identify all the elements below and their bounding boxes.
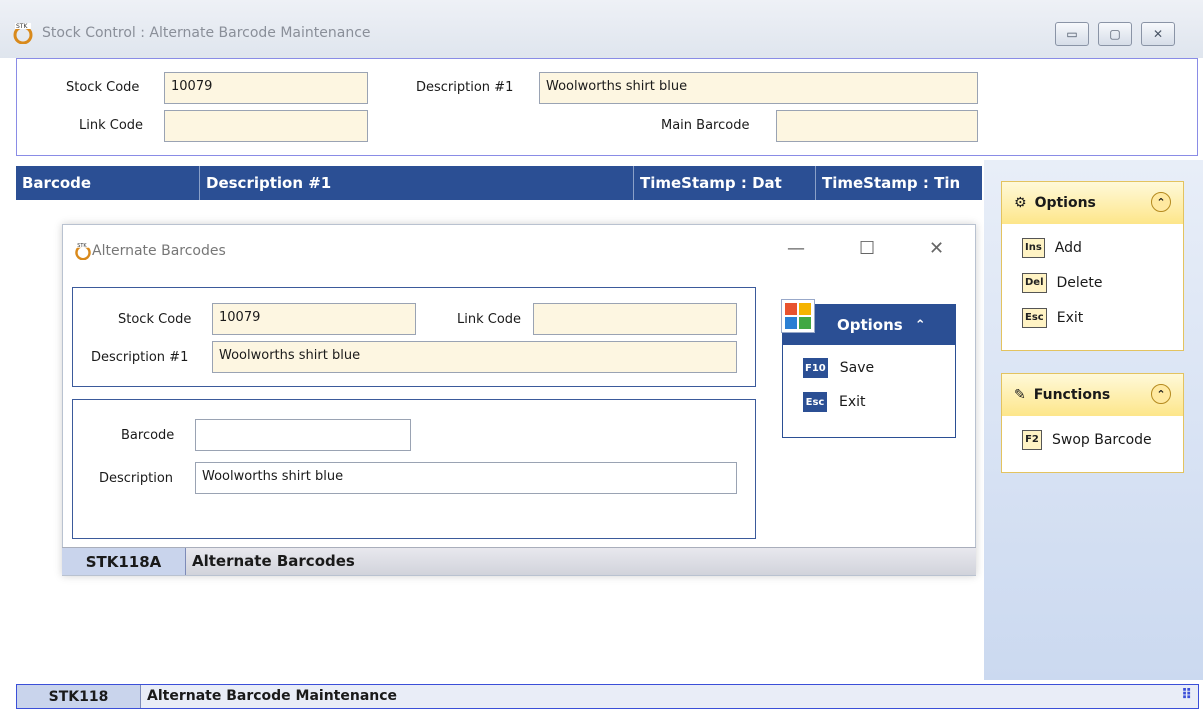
dialog-description-field[interactable]: Woolworths shirt blue bbox=[212, 341, 737, 373]
dialog-minimize-icon: — bbox=[787, 238, 805, 259]
column-header-timestamp-date[interactable]: TimeStamp : Dat bbox=[634, 166, 816, 200]
minimize-button[interactable]: ▭ bbox=[1055, 22, 1089, 46]
stock-code-field[interactable]: 10079 bbox=[164, 72, 368, 104]
esc-key-icon: Esc bbox=[1022, 307, 1047, 328]
collapse-functions-icon[interactable]: ⌃ bbox=[1151, 384, 1171, 404]
close-icon: ✕ bbox=[1152, 27, 1164, 41]
dialog-status-text: Alternate Barcodes bbox=[192, 552, 355, 570]
svg-text:STK: STK bbox=[77, 243, 87, 249]
dialog-stock-code-label: Stock Code bbox=[118, 312, 192, 327]
options-panel: ⚙ Options ⌃ Ins Add Del Delete Esc Exit bbox=[1001, 181, 1184, 351]
dialog-maximize-button[interactable]: ☐ bbox=[859, 238, 875, 259]
close-button[interactable]: ✕ bbox=[1141, 22, 1175, 46]
grid-header: Barcode Description #1 TimeStamp : Dat T… bbox=[16, 166, 982, 200]
app-logo-icon: STK bbox=[12, 22, 34, 44]
function-swop-barcode[interactable]: F2 Swop Barcode bbox=[1002, 422, 1183, 457]
ins-key-icon: Ins bbox=[1022, 237, 1045, 258]
column-header-description[interactable]: Description #1 bbox=[200, 166, 634, 200]
dialog-option-exit-label: Exit bbox=[839, 394, 866, 410]
column-header-barcode[interactable]: Barcode bbox=[16, 166, 200, 200]
window-title: Stock Control : Alternate Barcode Mainte… bbox=[42, 25, 371, 41]
dialog-minimize-button[interactable]: — bbox=[787, 238, 805, 259]
dialog-option-exit[interactable]: Esc Exit bbox=[783, 385, 955, 419]
link-code-label: Link Code bbox=[79, 118, 144, 133]
dialog-title: Alternate Barcodes bbox=[92, 243, 226, 259]
svg-text:STK: STK bbox=[16, 23, 28, 30]
dialog-maximize-icon: ☐ bbox=[859, 238, 876, 259]
dialog-description-label: Description #1 bbox=[91, 350, 189, 365]
barcode-input[interactable] bbox=[195, 419, 411, 451]
dialog-status-code: STK118A bbox=[62, 548, 186, 575]
functions-panel-title: Functions bbox=[1033, 387, 1111, 403]
resize-grip-icon[interactable]: ⠿ bbox=[1181, 687, 1192, 703]
options-panel-title: Options bbox=[1034, 195, 1096, 211]
dialog-link-code-field[interactable] bbox=[533, 303, 737, 335]
main-status-code: STK118 bbox=[17, 685, 141, 708]
functions-panel: ✎ Functions ⌃ F2 Swop Barcode bbox=[1001, 373, 1184, 473]
dialog-close-button[interactable]: ✕ bbox=[929, 238, 944, 259]
description-input-label: Description bbox=[99, 471, 174, 486]
options-icon: ⚙ bbox=[1014, 195, 1027, 211]
dialog-options-collapse-icon[interactable]: ⌃ bbox=[915, 318, 926, 333]
dialog-options-panel: Options ⌃ F10 Save Esc Exit bbox=[781, 299, 956, 438]
dialog-logo-icon: STK bbox=[74, 242, 92, 260]
f2-key-icon: F2 bbox=[1022, 429, 1042, 450]
option-delete[interactable]: Del Delete bbox=[1002, 265, 1183, 300]
main-status-text: Alternate Barcode Maintenance bbox=[147, 688, 398, 704]
dialog-stock-code-field[interactable]: 10079 bbox=[212, 303, 416, 335]
f10-key-icon: F10 bbox=[803, 358, 828, 378]
description-input[interactable]: Woolworths shirt blue bbox=[195, 462, 737, 494]
description-field[interactable]: Woolworths shirt blue bbox=[539, 72, 978, 104]
function-swop-barcode-label: Swop Barcode bbox=[1052, 431, 1152, 448]
dialog-esc-key-icon: Esc bbox=[803, 392, 827, 412]
barcode-label: Barcode bbox=[121, 428, 175, 443]
main-barcode-field[interactable] bbox=[776, 110, 978, 142]
main-barcode-label: Main Barcode bbox=[661, 118, 750, 133]
options-tiles-icon bbox=[781, 299, 815, 333]
maximize-icon: ▢ bbox=[1109, 27, 1121, 41]
maximize-button[interactable]: ▢ bbox=[1098, 22, 1132, 46]
functions-icon: ✎ bbox=[1014, 387, 1026, 403]
options-panel-header[interactable]: ⚙ Options ⌃ bbox=[1002, 182, 1183, 224]
collapse-options-icon[interactable]: ⌃ bbox=[1151, 192, 1171, 212]
functions-panel-header[interactable]: ✎ Functions ⌃ bbox=[1002, 374, 1183, 416]
dialog-close-icon: ✕ bbox=[929, 238, 945, 259]
option-add-label: Add bbox=[1054, 239, 1082, 256]
column-header-timestamp-time[interactable]: TimeStamp : Tin bbox=[816, 166, 982, 200]
option-exit[interactable]: Esc Exit bbox=[1002, 300, 1183, 335]
main-status-bar: STK118 Alternate Barcode Maintenance ⠿ bbox=[16, 684, 1199, 709]
stock-code-label: Stock Code bbox=[66, 80, 140, 95]
description-label: Description #1 bbox=[416, 80, 514, 95]
del-key-icon: Del bbox=[1022, 272, 1047, 293]
dialog-option-save-label: Save bbox=[839, 360, 875, 376]
dialog-options-header[interactable]: Options ⌃ bbox=[781, 299, 955, 345]
option-exit-label: Exit bbox=[1056, 309, 1084, 326]
minimize-icon: ▭ bbox=[1066, 27, 1078, 41]
option-add[interactable]: Ins Add bbox=[1002, 230, 1183, 265]
link-code-field[interactable] bbox=[164, 110, 368, 142]
dialog-link-code-label: Link Code bbox=[457, 312, 522, 327]
dialog-option-save[interactable]: F10 Save bbox=[783, 351, 955, 385]
option-delete-label: Delete bbox=[1056, 274, 1103, 291]
dialog-status-bar: STK118A Alternate Barcodes bbox=[62, 547, 976, 575]
dialog-options-title: Options bbox=[837, 316, 903, 334]
